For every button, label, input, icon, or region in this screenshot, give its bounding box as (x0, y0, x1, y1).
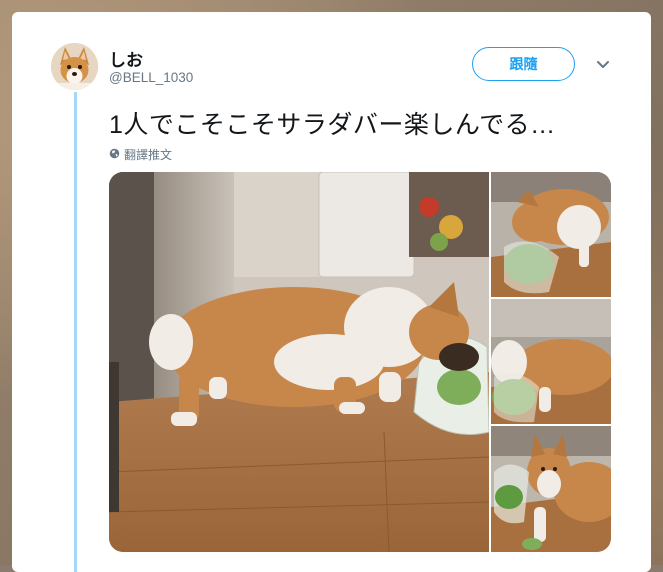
translate-link[interactable]: 翻譯推文 (109, 146, 172, 163)
author-name[interactable]: しお (109, 46, 143, 71)
photo-thumb-3[interactable] (491, 426, 611, 552)
tweet-modal: しお @BELL_1030 跟隨 1人でこそこそサラダバー楽しんでる… 翻譯推文 (12, 12, 651, 572)
photo-grid[interactable] (109, 172, 611, 552)
avatar[interactable] (51, 43, 98, 90)
follow-button[interactable]: 跟隨 (472, 47, 575, 81)
photo-main[interactable] (109, 172, 490, 552)
tweet-text: 1人でこそこそサラダバー楽しんでる… (109, 111, 556, 139)
chevron-down-icon[interactable] (595, 57, 611, 73)
photo-thumb-1[interactable] (491, 172, 611, 297)
globe-icon (109, 148, 120, 162)
thread-line (74, 92, 77, 572)
author-handle[interactable]: @BELL_1030 (109, 70, 193, 85)
photo-thumb-2[interactable] (491, 299, 611, 424)
translate-label: 翻譯推文 (124, 148, 173, 162)
